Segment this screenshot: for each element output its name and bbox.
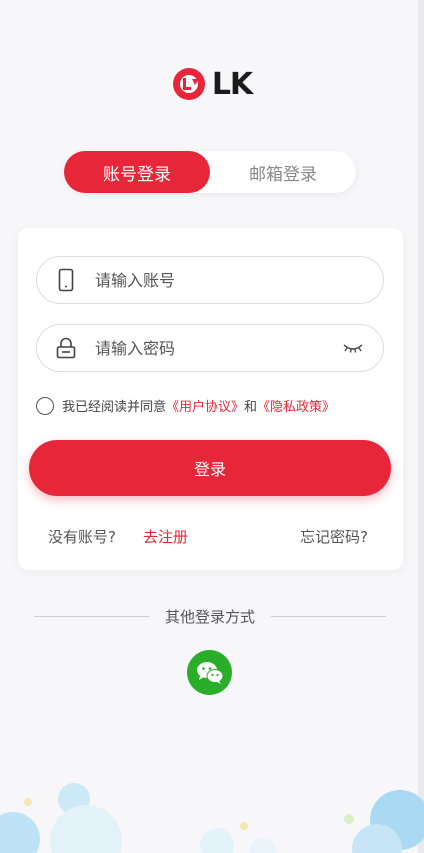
password-input[interactable] [95,338,341,358]
decor-dot [24,798,32,806]
decor-bubble [200,828,234,853]
right-edge-strip [418,0,424,853]
eye-closed-icon[interactable] [341,336,365,360]
other-login-label: 其他登录方式 [165,608,256,626]
divider-line-left [34,616,149,617]
tab-email-login[interactable]: 邮箱登录 [210,151,356,193]
account-input[interactable] [95,270,383,290]
user-agreement-link[interactable]: 《用户协议》 [166,396,244,415]
forgot-password-link[interactable]: 忘记密码? [300,526,368,547]
agree-radio[interactable] [36,396,54,415]
lock-icon [53,335,79,361]
wechat-icon [196,661,223,684]
agreement-row: 我已经阅读并同意 《用户协议》 和 《隐私政策》 [36,396,335,415]
decor-bubble [0,812,40,853]
phone-icon [53,267,79,293]
account-field [36,256,384,304]
agree-prefix: 我已经阅读并同意 [62,400,167,415]
agree-and: 和 [244,400,258,415]
app-logo: LK [0,64,424,104]
divider-line-right [271,616,387,617]
no-account-text: 没有账号? [48,528,116,546]
password-field [36,324,384,372]
privacy-policy-link[interactable]: 《隐私政策》 [257,396,335,415]
logo-mark-icon [172,68,205,100]
decor-bubble [250,838,276,853]
login-mode-tabs: 账号登录 邮箱登录 [64,151,356,193]
login-button[interactable]: 登录 [29,440,391,496]
decor-dot [344,814,354,824]
decor-dot [240,822,248,830]
decor-bubble [50,805,122,853]
tab-account-login[interactable]: 账号登录 [64,151,210,193]
wechat-login-button[interactable] [187,650,232,695]
login-card: 我已经阅读并同意 《用户协议》 和 《隐私政策》 登录 没有账号? 去注册 忘记… [18,228,403,570]
logo-text: LK [211,66,253,102]
other-login-divider: 其他登录方式 [34,606,387,627]
register-link[interactable]: 去注册 [143,526,188,547]
